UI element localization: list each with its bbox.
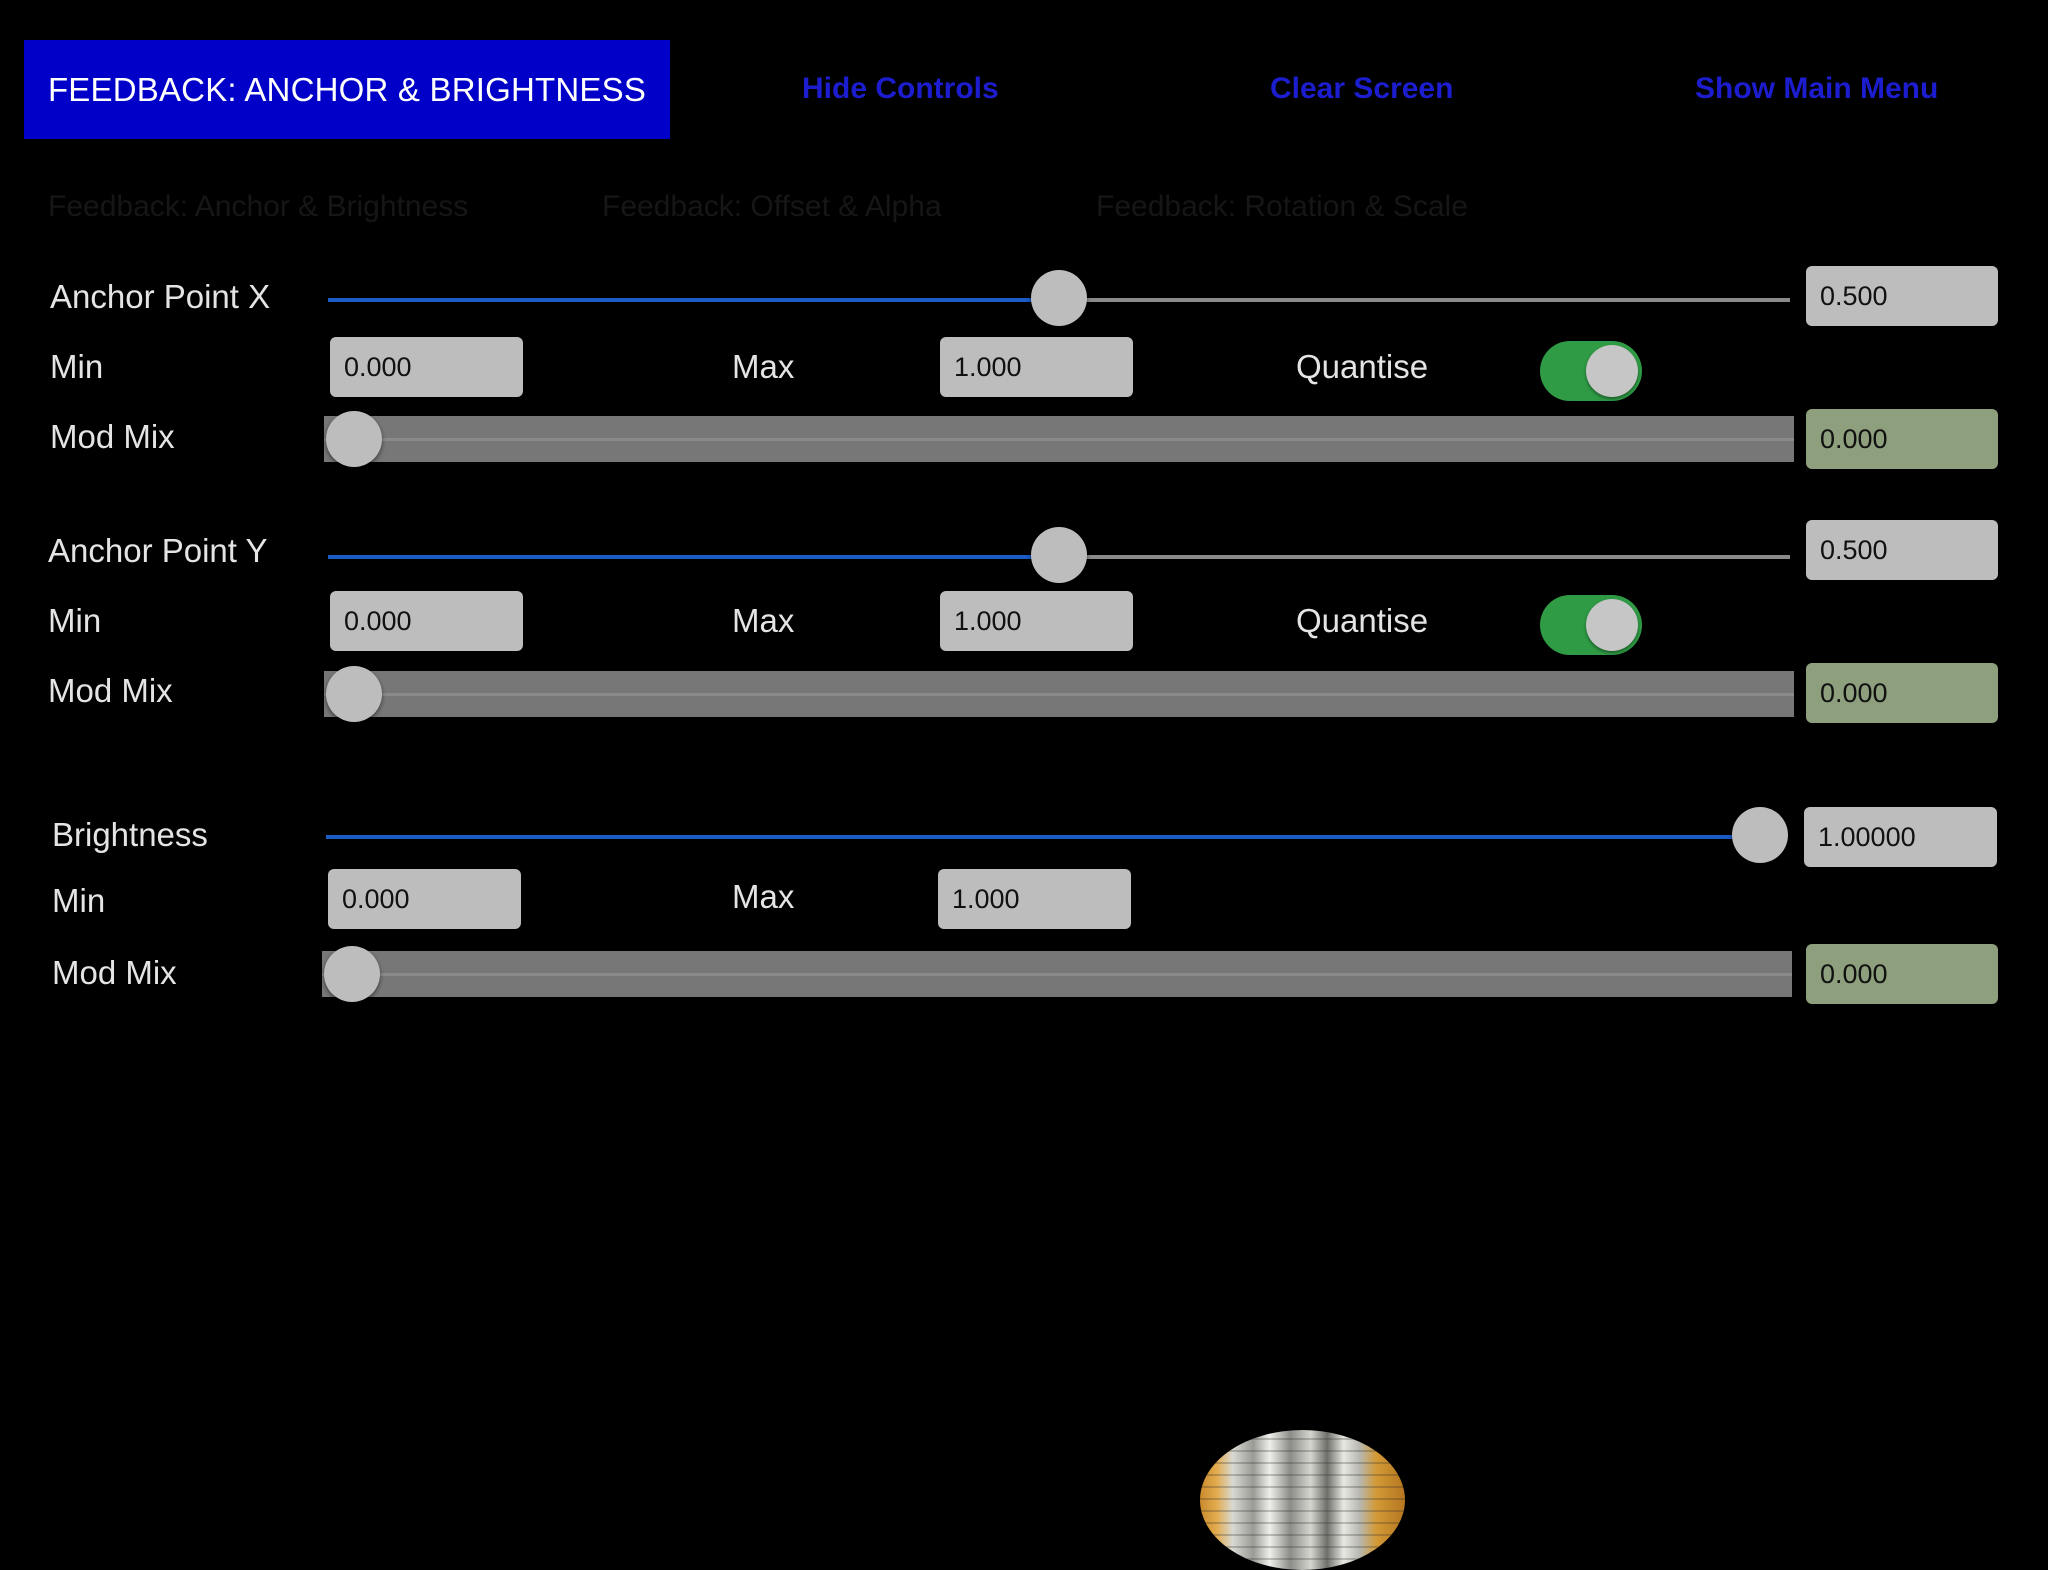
anchor-x-mod-mix-field[interactable]: 0.000 (1806, 409, 1998, 469)
brightness-value-field[interactable]: 1.00000 (1804, 807, 1997, 867)
anchor-y-mod-mix-field[interactable]: 0.000 (1806, 663, 1998, 723)
anchor-y-slider[interactable] (328, 527, 1790, 583)
anchor-y-mod-mix-slider[interactable] (324, 666, 1794, 722)
tab-anchor-brightness[interactable]: Feedback: Anchor & Brightness (48, 190, 468, 224)
brightness-mod-mix-thumb[interactable] (324, 946, 380, 1002)
brightness-max-field[interactable]: 1.000 (938, 869, 1131, 929)
brightness-mod-mix-slider[interactable] (322, 946, 1792, 1002)
tab-rotation-scale[interactable]: Feedback: Rotation & Scale (1096, 190, 1468, 224)
anchor-y-min-field[interactable]: 0.000 (330, 591, 523, 651)
toggle-knob (1586, 345, 1638, 397)
anchor-y-slider-fill (328, 555, 1059, 559)
anchor-x-max-label: Max (732, 348, 795, 385)
clear-screen-button[interactable]: Clear Screen (1270, 72, 1453, 106)
hide-controls-button[interactable]: Hide Controls (802, 72, 999, 106)
anchor-x-mod-mix-label: Mod Mix (50, 418, 175, 455)
anchor-y-max-field[interactable]: 1.000 (940, 591, 1133, 651)
toggle-knob (1586, 599, 1638, 651)
page-title: FEEDBACK: ANCHOR & BRIGHTNESS (24, 40, 670, 139)
brightness-slider[interactable] (326, 807, 1788, 863)
anchor-y-quantise-toggle[interactable] (1540, 595, 1642, 655)
anchor-x-mod-mix-slider[interactable] (324, 411, 1794, 467)
tab-offset-alpha[interactable]: Feedback: Offset & Alpha (602, 190, 942, 224)
anchor-y-slider-track (1059, 555, 1790, 559)
anchor-x-min-field[interactable]: 0.000 (330, 337, 523, 397)
anchor-y-mod-mix-label: Mod Mix (48, 672, 173, 709)
brightness-slider-fill (326, 835, 1760, 839)
anchor-x-quantise-label: Quantise (1296, 348, 1429, 385)
brightness-label: Brightness (52, 816, 208, 853)
show-main-menu-button[interactable]: Show Main Menu (1695, 72, 1938, 106)
anchor-x-quantise-toggle[interactable] (1540, 341, 1642, 401)
anchor-y-value-field[interactable]: 0.500 (1806, 520, 1998, 580)
anchor-x-label: Anchor Point X (50, 278, 271, 315)
brightness-max-label: Max (732, 878, 795, 915)
anchor-x-value-field[interactable]: 0.500 (1806, 266, 1998, 326)
anchor-y-mod-mix-thumb[interactable] (326, 666, 382, 722)
anchor-x-slider-thumb[interactable] (1031, 270, 1087, 326)
anchor-y-slider-thumb[interactable] (1031, 527, 1087, 583)
anchor-x-min-label: Min (50, 348, 104, 385)
brightness-slider-thumb[interactable] (1732, 807, 1788, 863)
video-preview-image (1200, 1430, 1405, 1570)
brightness-mod-mix-label: Mod Mix (52, 954, 177, 991)
anchor-x-slider-track (1059, 298, 1790, 302)
anchor-y-max-label: Max (732, 602, 795, 639)
anchor-x-slider[interactable] (328, 270, 1790, 326)
anchor-x-max-field[interactable]: 1.000 (940, 337, 1133, 397)
brightness-mod-mix-field[interactable]: 0.000 (1806, 944, 1998, 1004)
brightness-min-label: Min (52, 882, 106, 919)
anchor-x-slider-fill (328, 298, 1059, 302)
anchor-y-quantise-label: Quantise (1296, 602, 1429, 639)
brightness-min-field[interactable]: 0.000 (328, 869, 521, 929)
anchor-y-label: Anchor Point Y (48, 532, 268, 569)
anchor-y-min-label: Min (48, 602, 102, 639)
anchor-x-mod-mix-thumb[interactable] (326, 411, 382, 467)
